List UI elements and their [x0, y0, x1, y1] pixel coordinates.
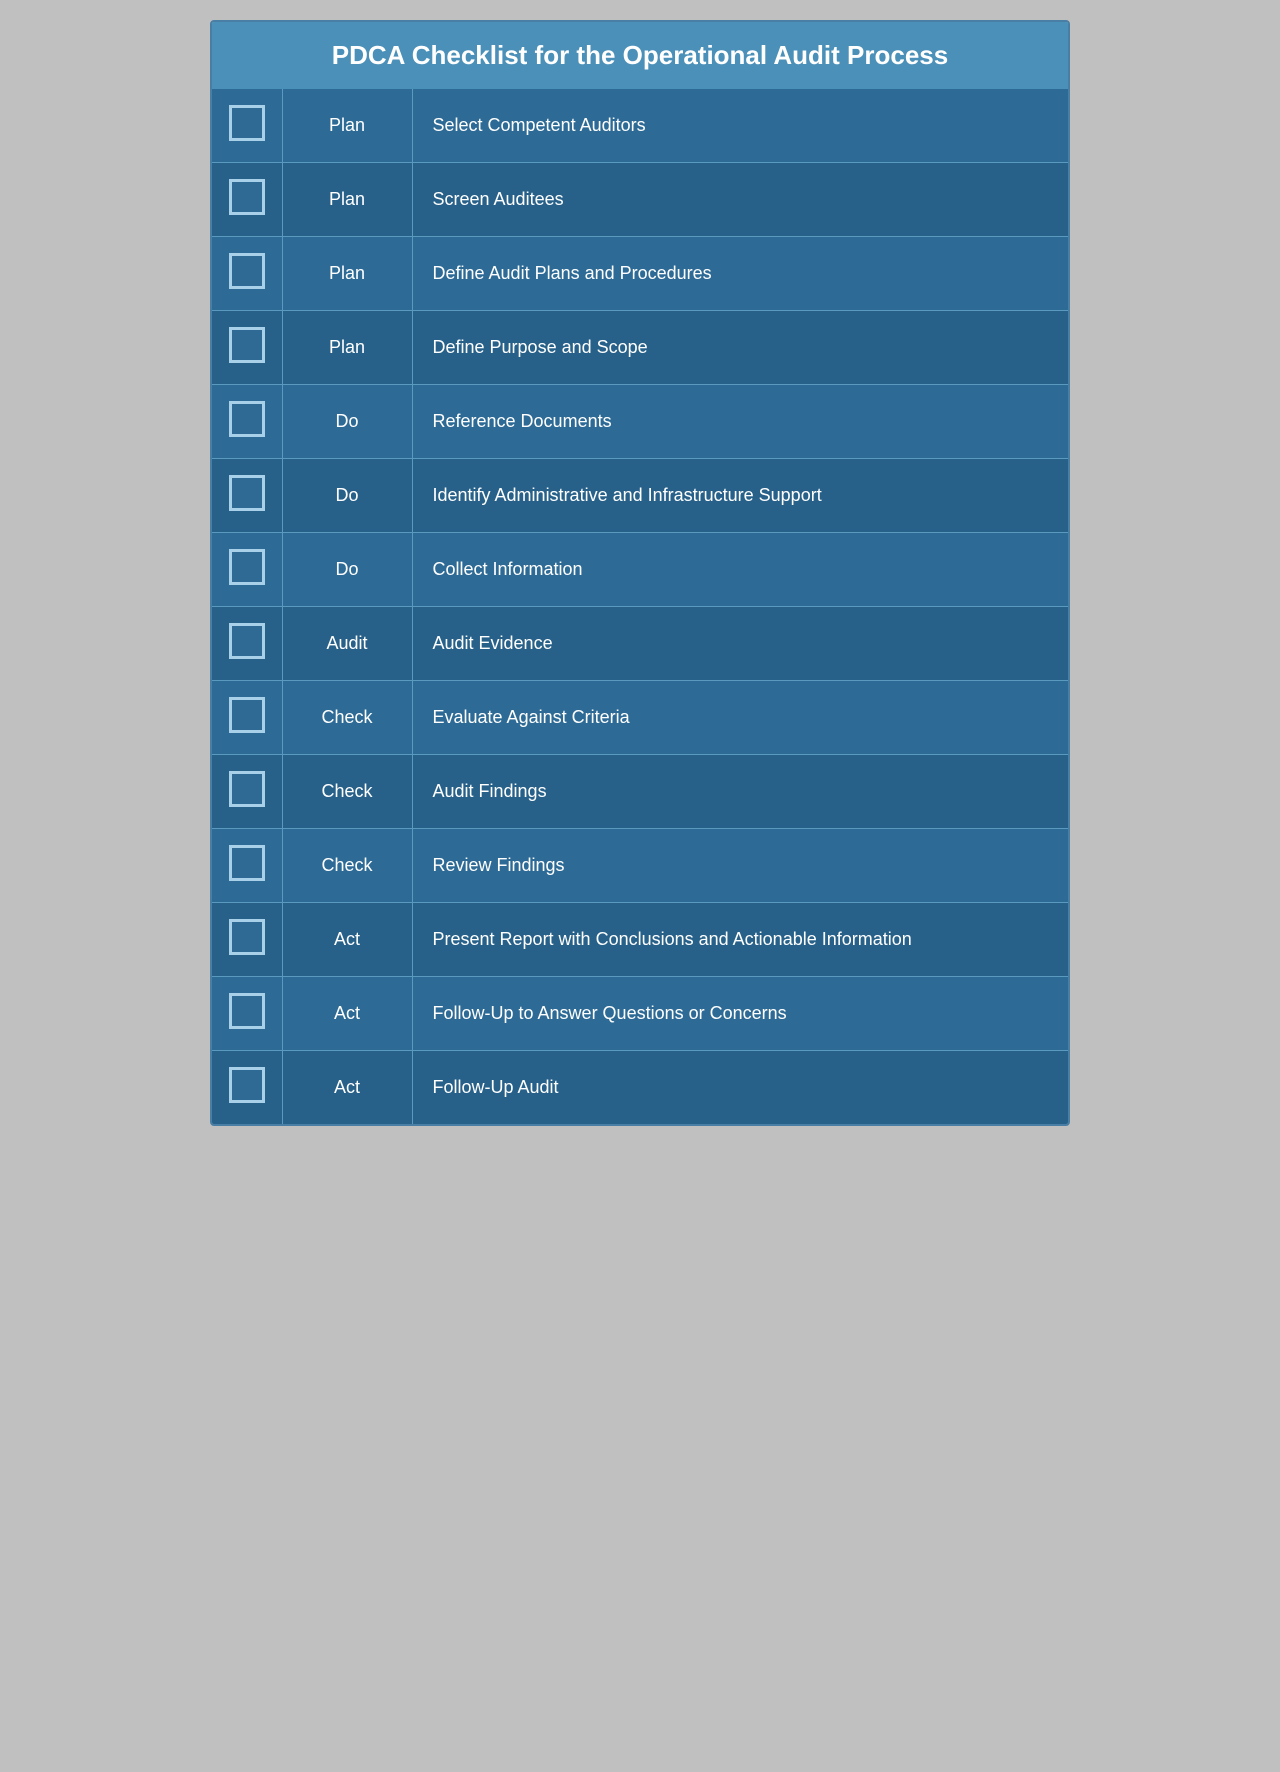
- checkbox-cell[interactable]: [212, 829, 282, 903]
- page-title: PDCA Checklist for the Operational Audit…: [232, 40, 1048, 71]
- card-header: PDCA Checklist for the Operational Audit…: [212, 22, 1068, 89]
- table-row: DoReference Documents: [212, 385, 1068, 459]
- table-row: CheckAudit Findings: [212, 755, 1068, 829]
- table-row: DoIdentify Administrative and Infrastruc…: [212, 459, 1068, 533]
- description-label: Audit Findings: [412, 755, 1068, 829]
- checkbox-cell[interactable]: [212, 311, 282, 385]
- checkbox-cell[interactable]: [212, 163, 282, 237]
- checkbox-cell[interactable]: [212, 385, 282, 459]
- checkbox-cell[interactable]: [212, 533, 282, 607]
- description-label: Select Competent Auditors: [412, 89, 1068, 163]
- checkbox[interactable]: [229, 623, 265, 659]
- description-label: Follow-Up Audit: [412, 1051, 1068, 1125]
- description-label: Define Audit Plans and Procedures: [412, 237, 1068, 311]
- table-row: PlanScreen Auditees: [212, 163, 1068, 237]
- table-row: AuditAudit Evidence: [212, 607, 1068, 681]
- checkbox-cell[interactable]: [212, 903, 282, 977]
- checkbox[interactable]: [229, 771, 265, 807]
- checkbox[interactable]: [229, 253, 265, 289]
- phase-label: Act: [282, 903, 412, 977]
- description-label: Follow-Up to Answer Questions or Concern…: [412, 977, 1068, 1051]
- checkbox[interactable]: [229, 475, 265, 511]
- checkbox[interactable]: [229, 327, 265, 363]
- table-row: PlanDefine Audit Plans and Procedures: [212, 237, 1068, 311]
- table-row: CheckReview Findings: [212, 829, 1068, 903]
- table-row: PlanDefine Purpose and Scope: [212, 311, 1068, 385]
- description-label: Define Purpose and Scope: [412, 311, 1068, 385]
- checkbox[interactable]: [229, 179, 265, 215]
- description-label: Collect Information: [412, 533, 1068, 607]
- description-label: Present Report with Conclusions and Acti…: [412, 903, 1068, 977]
- phase-label: Audit: [282, 607, 412, 681]
- description-label: Identify Administrative and Infrastructu…: [412, 459, 1068, 533]
- phase-label: Act: [282, 1051, 412, 1125]
- phase-label: Plan: [282, 237, 412, 311]
- description-label: Audit Evidence: [412, 607, 1068, 681]
- description-label: Evaluate Against Criteria: [412, 681, 1068, 755]
- description-label: Review Findings: [412, 829, 1068, 903]
- checkbox[interactable]: [229, 401, 265, 437]
- checkbox-cell[interactable]: [212, 755, 282, 829]
- checkbox[interactable]: [229, 697, 265, 733]
- checkbox-cell[interactable]: [212, 977, 282, 1051]
- checkbox[interactable]: [229, 919, 265, 955]
- checkbox[interactable]: [229, 845, 265, 881]
- checkbox-cell[interactable]: [212, 459, 282, 533]
- phase-label: Check: [282, 681, 412, 755]
- phase-label: Check: [282, 755, 412, 829]
- phase-label: Plan: [282, 163, 412, 237]
- checkbox[interactable]: [229, 105, 265, 141]
- phase-label: Plan: [282, 311, 412, 385]
- table-row: DoCollect Information: [212, 533, 1068, 607]
- checkbox-cell[interactable]: [212, 607, 282, 681]
- table-row: PlanSelect Competent Auditors: [212, 89, 1068, 163]
- description-label: Screen Auditees: [412, 163, 1068, 237]
- phase-label: Do: [282, 385, 412, 459]
- checklist-table: PlanSelect Competent AuditorsPlanScreen …: [212, 89, 1068, 1124]
- table-row: CheckEvaluate Against Criteria: [212, 681, 1068, 755]
- checklist-card: PDCA Checklist for the Operational Audit…: [210, 20, 1070, 1126]
- checkbox[interactable]: [229, 549, 265, 585]
- description-label: Reference Documents: [412, 385, 1068, 459]
- phase-label: Plan: [282, 89, 412, 163]
- checkbox-cell[interactable]: [212, 89, 282, 163]
- checkbox-cell[interactable]: [212, 681, 282, 755]
- phase-label: Do: [282, 533, 412, 607]
- phase-label: Check: [282, 829, 412, 903]
- checkbox[interactable]: [229, 993, 265, 1029]
- checkbox-cell[interactable]: [212, 237, 282, 311]
- table-row: ActFollow-Up Audit: [212, 1051, 1068, 1125]
- table-row: ActPresent Report with Conclusions and A…: [212, 903, 1068, 977]
- phase-label: Do: [282, 459, 412, 533]
- table-row: ActFollow-Up to Answer Questions or Conc…: [212, 977, 1068, 1051]
- phase-label: Act: [282, 977, 412, 1051]
- checkbox-cell[interactable]: [212, 1051, 282, 1125]
- checkbox[interactable]: [229, 1067, 265, 1103]
